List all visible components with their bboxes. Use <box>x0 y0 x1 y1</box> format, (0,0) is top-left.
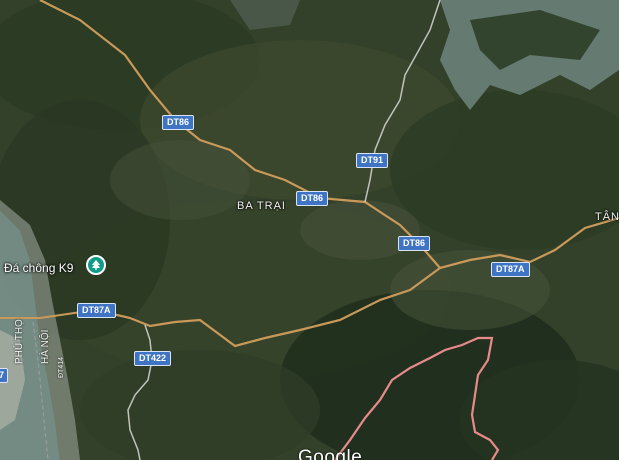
province-label-ha-noi: HÀ NỘI <box>40 329 51 364</box>
tree-icon <box>92 260 100 270</box>
road-shield-dt87a[interactable]: DT87A <box>77 303 116 318</box>
province-label-phu-tho: PHÚ THỌ <box>14 319 25 364</box>
road-shield-partial[interactable]: 7 <box>0 368 9 383</box>
google-logo: Google <box>298 447 363 460</box>
place-label-ba-trai: BA TRẠI <box>237 200 286 212</box>
place-label-tan: TÂN <box>595 211 619 223</box>
road-shield-dt91[interactable]: DT91 <box>356 153 389 168</box>
road-shield-dt86[interactable]: DT86 <box>296 191 329 206</box>
road-shield-dt422[interactable]: DT422 <box>134 351 172 366</box>
park-icon[interactable] <box>86 255 106 275</box>
road-shield-dt86[interactable]: DT86 <box>162 115 195 130</box>
road-label-dt414: ĐT414 <box>58 356 65 378</box>
road-shield-dt87a[interactable]: DT87A <box>491 262 530 277</box>
road-shield-dt86[interactable]: DT86 <box>398 236 431 251</box>
satellite-imagery <box>0 0 619 460</box>
map-viewport[interactable]: DT86 DT86 DT86 DT91 DT87A DT87A DT422 7 … <box>0 0 619 460</box>
poi-label[interactable]: Đá chông K9 <box>4 261 73 275</box>
